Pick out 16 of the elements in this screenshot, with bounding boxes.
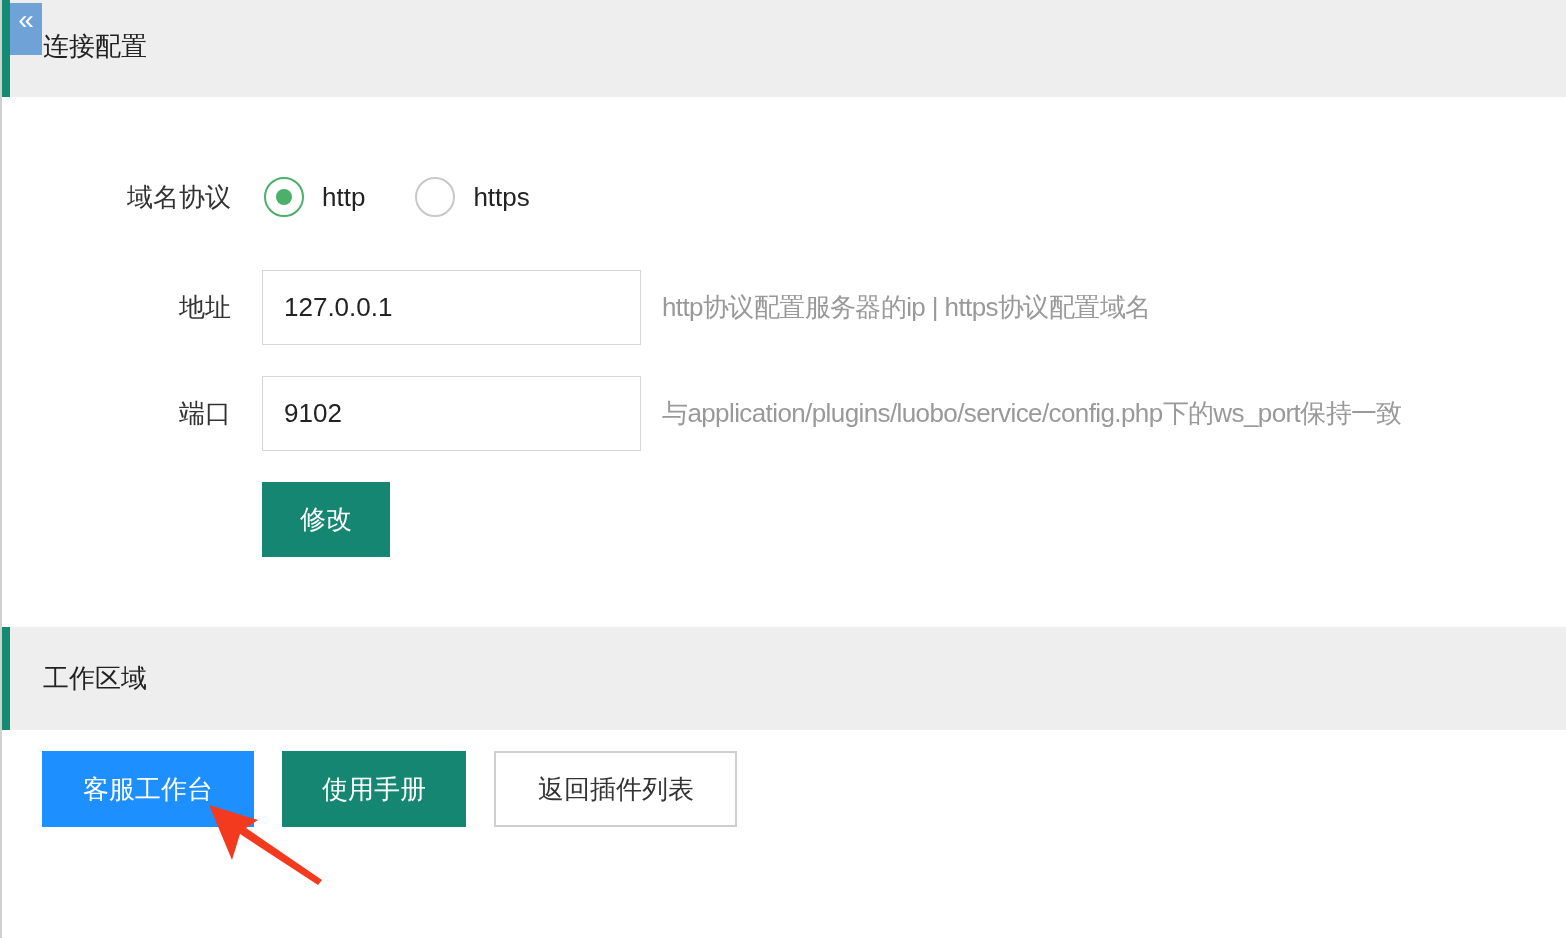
back-button[interactable]: 返回插件列表: [494, 751, 737, 827]
field-hint: 与application/plugins/luobo/service/config.php下的ws_port保持一致: [662, 397, 1402, 430]
field-label: 端口: [178, 397, 231, 430]
field-label: 域名协议: [126, 180, 231, 214]
section-title: 工作区域: [43, 662, 147, 695]
radio-button[interactable]: [264, 177, 304, 217]
radio-button[interactable]: [415, 177, 456, 217]
radio-option[interactable]: https: [415, 177, 530, 217]
manual-button[interactable]: 使用手册: [282, 751, 466, 827]
input-field[interactable]: 127.0.0.1: [262, 270, 641, 345]
input-field[interactable]: 9102: [262, 376, 641, 451]
section-title: 连接配置: [43, 30, 147, 63]
field-hint: http协议配置服务器的ip | https协议配置域名: [662, 291, 1151, 324]
field-label: 地址: [178, 291, 231, 324]
radio-option[interactable]: http: [264, 177, 366, 217]
submit-button[interactable]: 修改: [262, 482, 390, 557]
